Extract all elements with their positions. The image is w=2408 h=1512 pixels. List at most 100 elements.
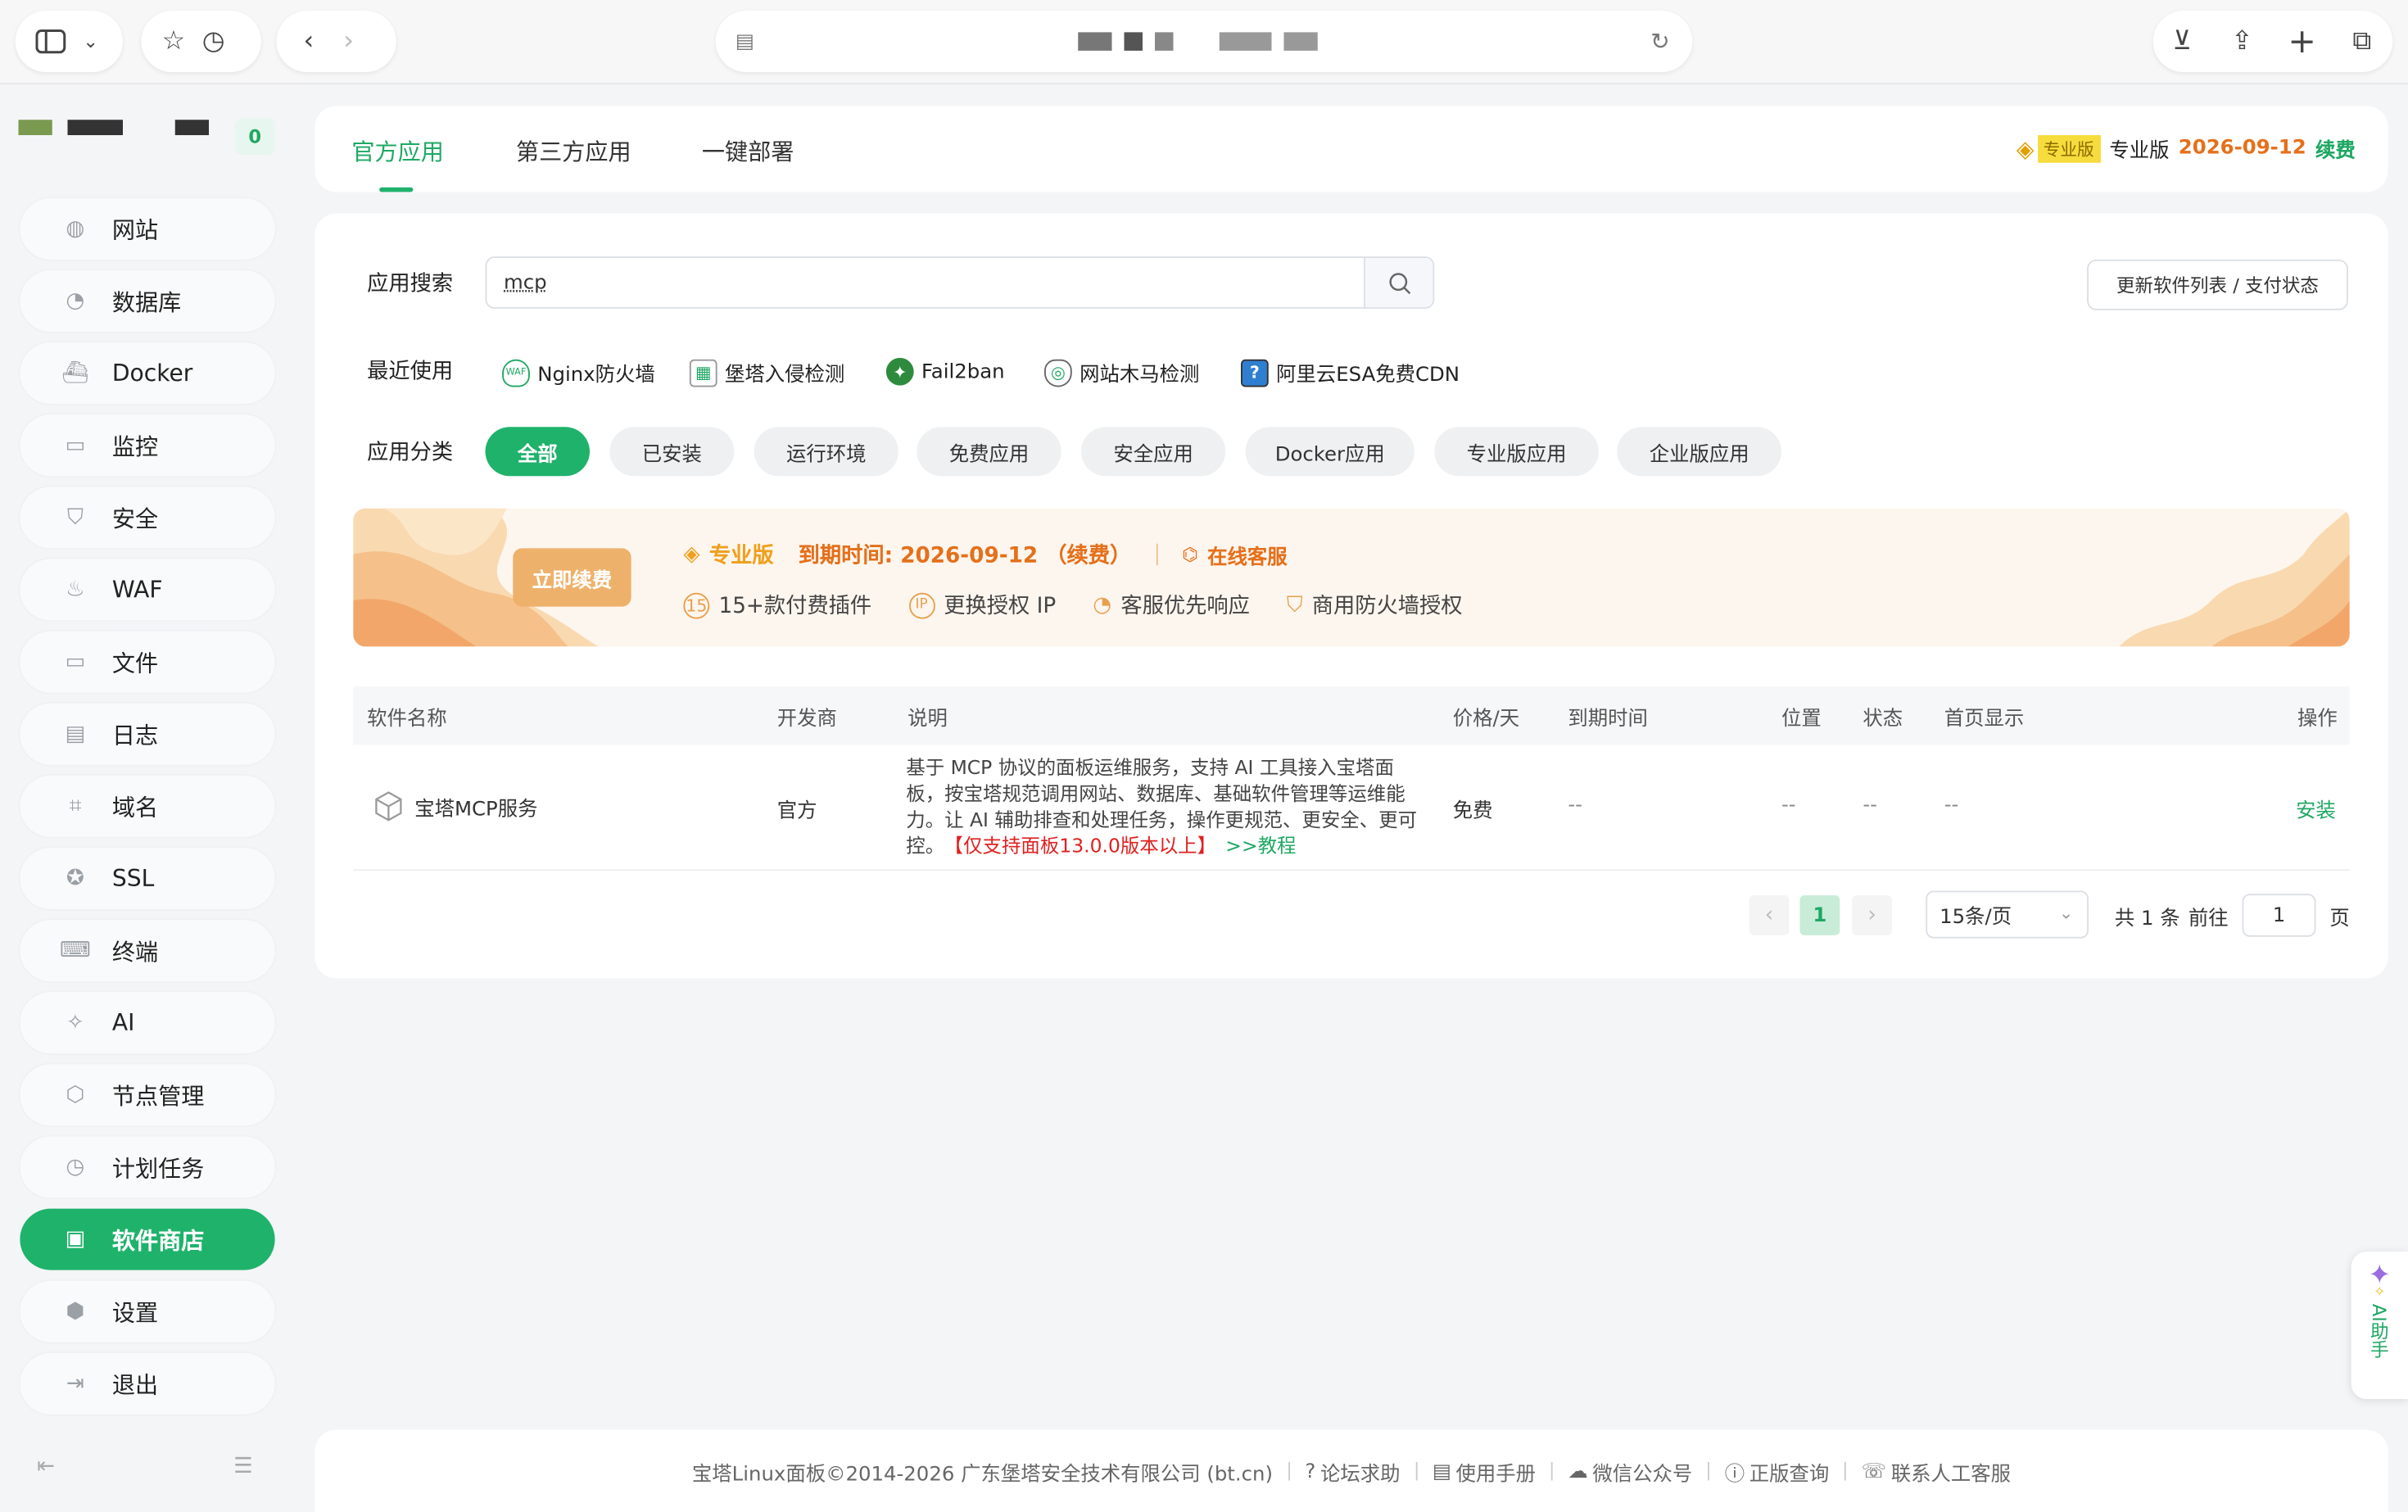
ai-helper-button[interactable]: ✦ ✧ AI助手	[2351, 1252, 2408, 1400]
prev-page-button[interactable]: ‹	[1749, 895, 1790, 935]
tab-one-click-deploy[interactable]: 一键部署	[702, 135, 794, 167]
sidebar-item-2[interactable]: ◔ 数据库	[20, 270, 275, 332]
sidebar-item-17[interactable]: ⇥ 退出	[20, 1352, 275, 1415]
sidebar-item-10[interactable]: ✪ SSL	[20, 848, 275, 909]
chevron-down-icon[interactable]: ⌄	[70, 21, 111, 61]
sidebar: 0 ◍ 网站 ◔ 数据库 ⛴ Docker ▭ 监控 ⛉ 安全 ♨ WAF ▭ 文件 ▤ 日志 ⌗ 域名 ✪ SSL ⌨…	[0, 84, 295, 1512]
recent-item-intrusion[interactable]: ▦ 堡塔入侵检测	[689, 358, 844, 387]
support-icon: ☏	[1861, 1460, 1887, 1483]
sidebar-item-16[interactable]: ⬢ 设置	[20, 1280, 275, 1342]
chip-all[interactable]: 全部	[485, 427, 590, 477]
doc-icon: ▤	[1432, 1460, 1451, 1483]
chip-installed[interactable]: 已安装	[609, 427, 735, 477]
recent-item-fail2ban[interactable]: ✦ Fail2ban	[885, 357, 1005, 386]
logout-icon: ⇥	[66, 1371, 84, 1397]
page-number-current[interactable]: 1	[1799, 895, 1840, 935]
search-input[interactable]: mcp	[504, 272, 547, 295]
license-renew-link[interactable]: 续费	[2315, 134, 2356, 163]
address-bar[interactable]: ▤ ↻	[715, 11, 1693, 73]
install-button[interactable]: 安装	[2296, 794, 2336, 823]
reload-icon[interactable]: ↻	[1641, 21, 1681, 61]
renew-now-button[interactable]: 立即续费	[513, 548, 631, 607]
page-size-select[interactable]: 15条/页 ⌄	[1926, 890, 2089, 939]
footer-link-human-support[interactable]: ☏ 联系人工客服	[1862, 1456, 2011, 1486]
sidebar-item-12[interactable]: ✧ AI	[20, 992, 275, 1054]
share-icon[interactable]: ⇪	[2222, 21, 2262, 61]
tabs-overview-icon[interactable]: ⧉	[2342, 21, 2382, 61]
th-location: 位置	[1781, 708, 1822, 731]
sidebar-toggle-icon[interactable]	[31, 21, 71, 61]
browser-toolbar: ⌄ ☆ ◷ ‹ › ▤ ↻ ⊻ ⇪ + ⧉	[0, 0, 2408, 85]
diamond-icon: ◈	[683, 541, 700, 567]
alert-badge[interactable]: 0	[234, 118, 275, 156]
sidebar-item-8[interactable]: ▤ 日志	[20, 703, 275, 765]
sidebar-toggle-group[interactable]: ⌄	[15, 11, 123, 73]
recent-item-trojan[interactable]: ◎ 网站木马检测	[1044, 358, 1199, 387]
version-warning: 【仅支持面板13.0.0版本以上】	[953, 834, 1217, 858]
download-icon[interactable]: ⊻	[2162, 21, 2202, 61]
sidebar-item-15[interactable]: ▣ 软件商店	[20, 1208, 275, 1270]
recent-item-esa-cdn[interactable]: ? 阿里云ESA免费CDN	[1241, 358, 1460, 387]
update-software-list-button[interactable]: 更新软件列表 / 支付状态	[2087, 259, 2348, 310]
search-label: 应用搜索	[367, 271, 454, 297]
sidebar-item-3[interactable]: ⛴ Docker	[20, 342, 275, 405]
footer-link-forum[interactable]: ? 论坛求助	[1305, 1456, 1400, 1486]
chip-security[interactable]: 安全应用	[1081, 427, 1226, 477]
chip-pro[interactable]: 专业版应用	[1434, 427, 1599, 477]
docker-icon: ⛴	[61, 360, 89, 386]
clock-icon: ◷	[66, 1155, 85, 1179]
software-price: 免费	[1452, 799, 1493, 823]
software-status: --	[1863, 794, 1877, 817]
feature-ip: 更换授权 IP	[944, 594, 1057, 619]
globe-icon: ◍	[66, 216, 85, 242]
search-button[interactable]	[1364, 258, 1433, 307]
new-tab-icon[interactable]: +	[2282, 21, 2322, 61]
row-name-cell: 宝塔MCP服务	[373, 791, 538, 822]
chip-free[interactable]: 免费应用	[917, 427, 1061, 477]
back-icon[interactable]: ‹	[289, 21, 329, 61]
recent-label: 最近使用	[367, 359, 454, 384]
wechat-icon: ☁	[1568, 1460, 1588, 1483]
sidebar-item-6[interactable]: ♨ WAF	[20, 559, 275, 621]
star-icon[interactable]: ☆	[154, 21, 194, 61]
sidebar-item-13[interactable]: ⬡ 节点管理	[20, 1064, 275, 1126]
chip-enterprise[interactable]: 企业版应用	[1617, 427, 1781, 477]
tab-third-party[interactable]: 第三方应用	[516, 135, 631, 167]
sidebar-item-7[interactable]: ▭ 文件	[20, 631, 275, 693]
software-location: --	[1781, 794, 1796, 817]
collapse-icon[interactable]: ⇤	[37, 1455, 55, 1479]
tab-official[interactable]: 官方应用	[351, 135, 444, 167]
sidebar-item-label: Docker	[111, 359, 193, 387]
sidebar-item-14[interactable]: ◷ 计划任务	[20, 1136, 275, 1198]
footer-link-license-check[interactable]: ⓘ 正版查询	[1725, 1456, 1830, 1486]
sidebar-item-9[interactable]: ⌗ 域名	[20, 775, 275, 837]
banner-expire[interactable]: 到期时间: 2026-09-12 （续费）	[799, 539, 1132, 570]
sidebar-item-1[interactable]: ◍ 网站	[20, 197, 275, 260]
history-icon[interactable]: ◷	[193, 21, 233, 61]
feature-plugins: 15+款付费插件	[718, 594, 872, 619]
sidebar-item-11[interactable]: ⌨ 终端	[20, 920, 275, 982]
banner-headline: ◈ 专业版 到期时间: 2026-09-12 （续费） ⌬ 在线客服	[683, 539, 1287, 570]
menu-list-icon[interactable]: ☰	[233, 1455, 253, 1479]
goto-page-input[interactable]: 1	[2242, 894, 2316, 937]
cube-icon: ⬡	[66, 1082, 85, 1107]
forward-icon[interactable]: ›	[328, 21, 369, 61]
sidebar-item-4[interactable]: ▭ 监控	[20, 414, 275, 477]
online-service-link[interactable]: 在线客服	[1207, 540, 1288, 569]
chip-runtime[interactable]: 运行环境	[754, 427, 898, 477]
sidebar-item-label: 设置	[111, 1298, 159, 1327]
chip-docker[interactable]: Docker应用	[1245, 427, 1414, 477]
store-icon: ▣	[65, 1227, 86, 1252]
ai-sparkle-icon: ✧	[2374, 1285, 2386, 1301]
banner-edition: 专业版	[708, 543, 774, 568]
recent-item-nginx-waf[interactable]: WAF Nginx防火墙	[502, 358, 655, 387]
software-name: 宝塔MCP服务	[414, 798, 538, 822]
tutorial-link[interactable]: >>教程	[1225, 834, 1296, 857]
footer-link-manual[interactable]: ▤ 使用手册	[1433, 1456, 1536, 1486]
log-icon: ▤	[65, 722, 86, 747]
footer-link-wechat[interactable]: ☁ 微信公众号	[1568, 1456, 1692, 1486]
next-page-button[interactable]: ›	[1852, 895, 1892, 935]
tab-active-indicator	[379, 187, 414, 192]
sidebar-item-5[interactable]: ⛉ 安全	[20, 487, 275, 549]
bookmark-history-group: ☆ ◷	[141, 11, 261, 73]
